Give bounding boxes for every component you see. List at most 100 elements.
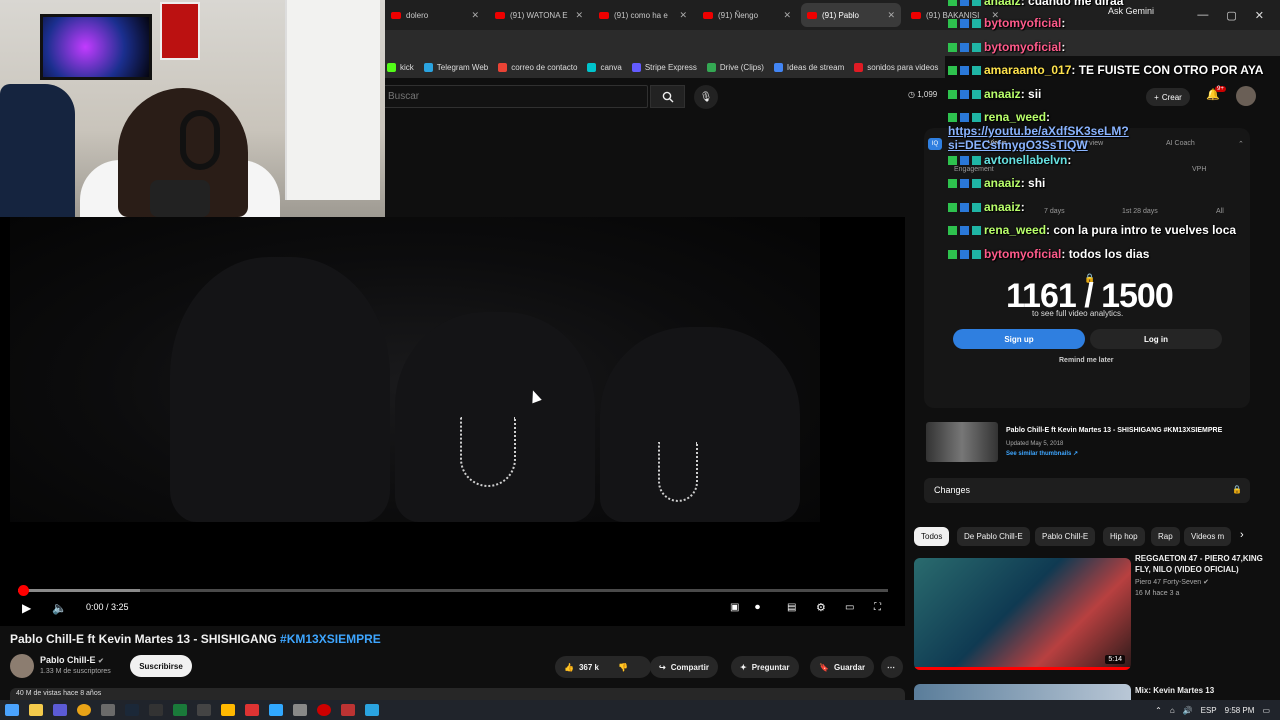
similar-thumbnails-link[interactable]: See similar thumbnails ↗: [1006, 450, 1078, 457]
channel-name[interactable]: Pablo Chill-E ✔: [40, 655, 104, 665]
browser-tab[interactable]: (91) como ha e ✕: [593, 3, 693, 27]
maximize-icon[interactable]: ▢: [1226, 9, 1236, 22]
filter-chip[interactable]: Rap: [1151, 527, 1180, 546]
tray-lang[interactable]: ESP: [1201, 706, 1217, 715]
theater-mode-icon[interactable]: ▭: [845, 597, 854, 619]
bookmark-item[interactable]: kick: [387, 62, 414, 72]
analytics-tab-overview[interactable]: Overview: [1074, 140, 1103, 147]
voice-search-button[interactable]: 🎙: [694, 85, 718, 109]
login-button[interactable]: Log in: [1090, 329, 1222, 349]
obs-icon[interactable]: [317, 704, 331, 716]
autoplay-toggle[interactable]: ⏺: [755, 597, 760, 619]
create-button[interactable]: + Crear: [1146, 88, 1190, 106]
close-tab-icon[interactable]: ✕: [887, 10, 895, 21]
close-tab-icon[interactable]: ✕: [471, 10, 479, 21]
range-7-days[interactable]: 7 days: [1044, 208, 1065, 215]
discord-icon[interactable]: [53, 704, 67, 716]
play-icon[interactable]: ▶: [22, 597, 31, 619]
ask-gemini-button[interactable]: Ask Gemini: [1108, 6, 1154, 16]
close-tab-icon[interactable]: ✕: [679, 10, 687, 21]
description-views[interactable]: 40 M de vistas hace 8 años: [10, 688, 905, 700]
gear-icon[interactable]: ⚙: [816, 597, 826, 619]
app-icon[interactable]: [149, 704, 163, 716]
telegram-icon[interactable]: [365, 704, 379, 716]
search-input[interactable]: [385, 85, 648, 108]
bookmark-item[interactable]: Ideas de stream: [773, 62, 844, 72]
remind-later-link[interactable]: Remind me later: [1059, 357, 1113, 364]
thumbs-up-icon[interactable]: 👍: [564, 663, 574, 672]
volume-icon[interactable]: 🔈: [52, 597, 67, 619]
spreadsheet-icon[interactable]: [173, 704, 187, 716]
close-tab-icon[interactable]: ✕: [783, 10, 791, 21]
chevron-right-icon[interactable]: ›: [1240, 529, 1244, 541]
recommendation-thumbnail[interactable]: 5:14: [914, 558, 1131, 670]
app-icon[interactable]: [245, 704, 259, 716]
app-icon[interactable]: [293, 704, 307, 716]
app-icon[interactable]: [341, 704, 355, 716]
tray-clock[interactable]: 9:58 PM: [1225, 706, 1255, 715]
filter-chip[interactable]: De Pablo Chill-E: [957, 527, 1030, 546]
file-explorer-icon[interactable]: [29, 704, 43, 716]
recommendation-title[interactable]: REGGAETON 47 - PIERO 47,KING FLY, NILO (…: [1135, 553, 1270, 575]
recommendation-title-2[interactable]: Mix: Kevin Martes 13: [1135, 686, 1214, 695]
recommendation-channel[interactable]: Piero 47 Forty-Seven ✔: [1135, 578, 1209, 586]
filter-chip[interactable]: Pablo Chill-E: [1035, 527, 1096, 546]
app-icon[interactable]: [197, 704, 211, 716]
browser-tab[interactable]: (91) WATONA E ✕: [489, 3, 589, 27]
steam-icon[interactable]: [125, 704, 139, 716]
chrome-icon[interactable]: [77, 704, 91, 716]
notifications-icon[interactable]: ▭: [1262, 706, 1270, 715]
minimize-icon[interactable]: —: [1197, 9, 1208, 21]
badge-icon: [948, 113, 957, 123]
account-avatar[interactable]: [1236, 86, 1256, 106]
browser-tab[interactable]: (91) Pablo ✕: [801, 3, 901, 27]
settings-icon[interactable]: [101, 704, 115, 716]
network-icon[interactable]: ⌂: [1170, 706, 1175, 715]
changes-section[interactable]: Changes: [924, 478, 1250, 503]
bookmark-item[interactable]: correo de contacto: [498, 62, 577, 72]
close-tab-icon[interactable]: ✕: [991, 10, 999, 21]
address-bar[interactable]: [385, 30, 1280, 56]
search-button[interactable]: [650, 85, 685, 108]
speaker-icon[interactable]: 🔊: [1183, 706, 1193, 715]
bookmark-favicon-icon: [706, 62, 716, 72]
thumbs-down-icon[interactable]: 👎: [618, 663, 628, 672]
extension-icon[interactable]: ▣: [730, 597, 739, 619]
share-button[interactable]: ↪ Compartir: [650, 656, 718, 678]
progress-bar[interactable]: [18, 585, 888, 596]
fullscreen-icon[interactable]: ⛶: [874, 597, 881, 619]
subtitles-icon[interactable]: ▤: [787, 597, 796, 619]
close-tab-icon[interactable]: ✕: [575, 10, 583, 21]
filter-chip[interactable]: Videos m: [1184, 527, 1232, 546]
filter-chip[interactable]: Hip hop: [1103, 527, 1145, 546]
browser-tab[interactable]: dolero ✕: [385, 3, 485, 27]
like-count[interactable]: 367 k: [579, 663, 599, 672]
start-icon[interactable]: [5, 704, 19, 716]
bookmark-item[interactable]: sonidos para videos: [854, 62, 938, 72]
signup-button[interactable]: Sign up: [953, 329, 1085, 349]
chevron-up-icon[interactable]: ⌃: [1238, 140, 1244, 148]
save-button[interactable]: 🔖 Guardar: [810, 656, 875, 678]
range-28-days[interactable]: 1st 28 days: [1122, 208, 1158, 215]
close-icon[interactable]: ✕: [1255, 9, 1264, 22]
bookmark-item[interactable]: Drive (Clips): [706, 62, 764, 72]
bookmark-item[interactable]: Stripe Express: [631, 62, 697, 72]
bookmark-item[interactable]: Telegram Web: [423, 62, 488, 72]
video-hashtag[interactable]: #KM13XSIEMPRE: [280, 632, 381, 646]
video-player[interactable]: ▶ 🔈 0:00 / 3:25 ▣ ⏺ ▤ ⚙ ▭ ⛶: [0, 217, 905, 626]
ask-button[interactable]: ✦ Preguntar: [731, 656, 799, 678]
range-all[interactable]: All: [1216, 208, 1224, 215]
analytics-tab-ai-coach[interactable]: AI Coach: [1166, 140, 1195, 147]
app-icon[interactable]: [221, 704, 235, 716]
subscribe-button[interactable]: Suscribirse: [130, 655, 192, 677]
chevron-up-icon[interactable]: ⌃: [1155, 706, 1162, 715]
browser-tab[interactable]: (91) Ñengo ✕: [697, 3, 797, 27]
badge-icon: [948, 250, 957, 260]
photoshop-icon[interactable]: [269, 704, 283, 716]
more-actions-button[interactable]: ⋯: [881, 656, 903, 678]
channel-avatar[interactable]: [10, 654, 34, 678]
playhead-handle[interactable]: [18, 585, 29, 596]
analytics-tab-views[interactable]: Views: [988, 140, 1007, 147]
bookmark-item[interactable]: canva: [587, 62, 622, 72]
filter-chip[interactable]: Todos: [914, 527, 950, 546]
